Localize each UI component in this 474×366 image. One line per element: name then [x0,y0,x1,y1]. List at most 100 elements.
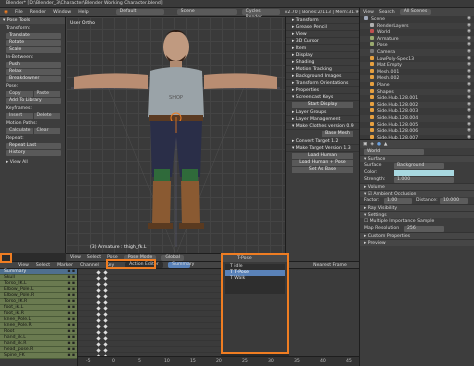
keyframe-marker[interactable] [103,269,108,275]
ao-panel-header[interactable]: ▾ ☑ Ambient Occlusion [360,190,474,197]
map-resolution-field[interactable]: 256 [404,225,444,232]
dopesheet-right-area[interactable] [289,269,359,356]
render-engine-selector[interactable]: Cycles Render [241,9,280,20]
insert-keyframe-button[interactable]: Insert [6,113,33,119]
keyframe-marker[interactable] [103,311,108,317]
np-shading[interactable]: ▸ Shading [286,59,359,66]
outliner-item[interactable]: Mesh.002 ◉ [360,75,474,82]
orientation-selector[interactable]: Global [161,254,184,261]
rotate-button[interactable]: Rotate [6,40,61,46]
surface-shader-field[interactable]: Background [394,162,444,169]
start-display-button[interactable]: Start Display [292,102,353,108]
channel-row[interactable]: Spine_FK ▪ ▪ [0,353,77,359]
visibility-eye-icon[interactable]: ◉ [467,82,471,89]
visibility-eye-icon[interactable]: ◉ [467,56,471,63]
pose-item-walk[interactable]: T Walk [225,276,285,282]
paste-pose-button[interactable]: Paste [33,91,60,97]
outliner-item[interactable]: Plane ◉ [360,81,474,89]
render-tab-icon[interactable]: ▣ [363,142,367,147]
outliner-item[interactable]: Side.Hub.128.004 ◉ [360,114,474,122]
menu-file[interactable]: File [15,10,23,15]
select-menu[interactable]: Select [87,255,101,260]
np-3d-cursor[interactable]: ▸ 3D Cursor [286,38,359,45]
keyframe-marker[interactable] [103,323,108,329]
load-human-button[interactable]: Load Human [292,153,353,159]
np-view[interactable]: ▸ View [286,31,359,38]
np-screencast-keys[interactable]: ▾ Screencast Keys [286,94,359,101]
keyframe-marker[interactable] [103,299,108,305]
np-make-target[interactable]: ▾ Make Target Version 1.3 [286,145,359,152]
np-item[interactable]: ▸ Item [286,45,359,52]
outliner-view-menu[interactable]: View [363,10,374,15]
keyframe-marker[interactable] [96,341,101,347]
visibility-eye-icon[interactable]: ◉ [467,42,471,49]
keyframe-marker[interactable] [96,269,101,275]
menu-render[interactable]: Render [30,10,46,15]
keyframe-marker[interactable] [103,287,108,293]
factor-field[interactable]: 1.00 [384,197,412,204]
ds-view-menu[interactable]: View [18,263,29,268]
visibility-eye-icon[interactable]: ◉ [467,49,471,56]
keyframe-marker[interactable] [103,305,108,311]
keyframe-marker[interactable] [96,293,101,299]
outliner-item[interactable]: Armature ◉ [360,35,474,43]
distance-field[interactable]: 10.000 [440,197,468,204]
ds-channel-menu[interactable]: Channel [80,263,99,268]
copy-pose-button[interactable]: Copy [6,91,33,97]
keyframe-marker[interactable] [96,299,101,305]
outliner-item[interactable]: Mat Empty ◉ [360,62,474,69]
breakdowner-button[interactable]: Breakdowner [6,76,61,82]
history-button[interactable]: History [6,150,61,156]
visibility-eye-icon[interactable]: ◉ [467,108,471,115]
custom-properties-header[interactable]: ▸ Custom Properties [360,232,474,239]
relax-button[interactable]: Relax [6,69,61,75]
summary-toggle[interactable]: Summary [168,262,194,268]
pose-tools-header[interactable]: ▾ Pose Tools [0,17,65,24]
keyframe-marker[interactable] [96,311,101,317]
object-tab-icon[interactable]: ▲ [384,142,388,147]
color-swatch[interactable] [394,169,454,176]
np-make-clothes[interactable]: ▾ Make Clothes version 0.9 [286,123,359,130]
outliner-item[interactable]: LowPoly-Spec13 ◉ [360,55,474,63]
np-motion-tracking[interactable]: ▸ Motion Tracking [286,66,359,73]
visibility-eye-icon[interactable]: ◉ [467,128,471,135]
scene-selector[interactable]: Scene [176,9,237,15]
keyframe-marker[interactable] [96,281,101,287]
visibility-eye-icon[interactable]: ◉ [467,95,471,102]
outliner-item[interactable]: Camera ◉ [360,48,474,56]
volume-panel-header[interactable]: ▸ Volume [360,183,474,190]
keyframe-marker[interactable] [96,287,101,293]
outliner-item[interactable]: World ◉ [360,29,474,36]
keyframe-marker[interactable] [96,317,101,323]
outliner-item[interactable]: Side.Hub.128.001 ◉ [360,95,474,102]
surface-panel-header[interactable]: ▾ Surface [360,155,474,162]
visibility-eye-icon[interactable]: ◉ [467,69,471,76]
keyframe-marker[interactable] [103,347,108,353]
load-human-pose-button[interactable]: Load Human + Pose [292,160,353,166]
nearest-frame-label[interactable]: Nearest Frame [313,263,347,268]
scene-tab-icon[interactable]: ◈ [370,142,374,147]
outliner-item[interactable]: Scene ◉ [360,16,474,23]
3d-viewport[interactable]: SHOP User Ortho (3) Armature : thigh_fk.… [66,17,285,253]
base-mesh-button[interactable]: Base Mesh [322,131,353,137]
outliner-item[interactable]: Side.Hub.128.002 ◉ [360,101,474,109]
blender-logo-icon[interactable]: ◉ [4,10,8,15]
keyframe-marker[interactable] [96,275,101,281]
keyframe-marker[interactable] [103,341,108,347]
outliner-item[interactable]: Side.Hub.128.006 ◉ [360,128,474,135]
keyframe-marker[interactable] [96,347,101,353]
layout-selector[interactable]: Default [115,9,164,15]
np-background-images[interactable]: ▸ Background Images [286,73,359,80]
visibility-eye-icon[interactable]: ◉ [467,29,471,36]
set-as-base-button[interactable]: Set As Base [292,167,353,173]
delete-keyframe-button[interactable]: Delete [33,113,60,119]
scale-button[interactable]: Scale [6,47,61,53]
outliner-item[interactable]: Mesh.001 ◉ [360,68,474,76]
outliner-item[interactable]: Side.Hub.128.005 ◉ [360,121,474,129]
menu-help[interactable]: Help [78,10,88,15]
world-name-field[interactable]: World [364,148,424,155]
ds-select-menu[interactable]: Select [36,263,50,268]
outliner-search-menu[interactable]: Search [379,10,395,15]
np-grease-pencil[interactable]: ▸ Grease Pencil [286,24,359,31]
keyframe-marker[interactable] [96,323,101,329]
